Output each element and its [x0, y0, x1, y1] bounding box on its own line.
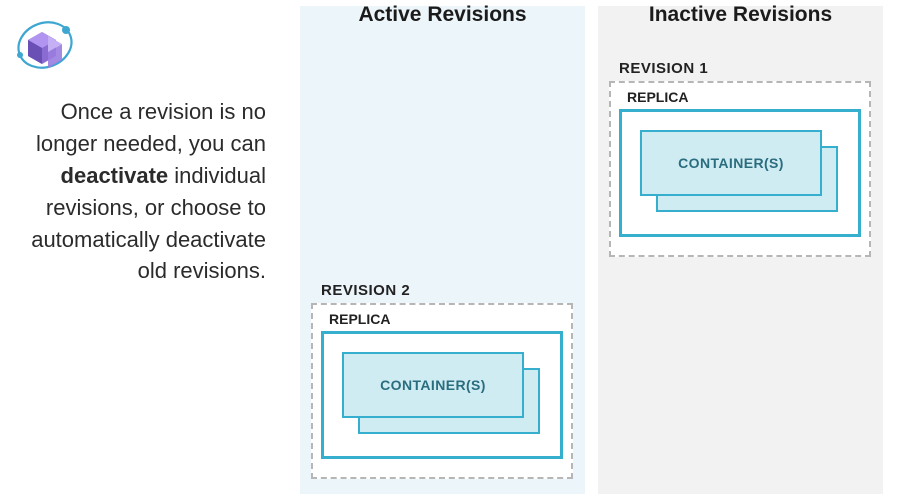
revision-2-box: REPLICA CONTAINER(S)	[311, 303, 573, 479]
left-column: Once a revision is no longer needed, you…	[0, 0, 290, 305]
container-label-inactive: CONTAINER(S)	[678, 155, 784, 171]
inactive-panel-title: Inactive Revisions	[598, 3, 883, 27]
replica-label-inactive: REPLICA	[627, 89, 861, 105]
replica-box-inactive: CONTAINER(S)	[619, 109, 861, 237]
desc-pre: Once a revision is no longer needed, you…	[36, 99, 266, 156]
desc-bold: deactivate	[61, 163, 169, 188]
inactive-revisions-panel: Inactive Revisions REVISION 1 REPLICA CO…	[598, 6, 883, 494]
container-apps-logo-icon	[10, 18, 82, 76]
replica-box-active: CONTAINER(S)	[321, 331, 563, 459]
description-text: Once a revision is no longer needed, you…	[10, 96, 266, 287]
revision-1-block: REVISION 1 REPLICA CONTAINER(S)	[609, 60, 871, 257]
active-panel-title: Active Revisions	[300, 3, 585, 27]
container-box-front-inactive: CONTAINER(S)	[640, 130, 822, 196]
replica-label-active: REPLICA	[329, 311, 563, 327]
container-box-front: CONTAINER(S)	[342, 352, 524, 418]
revision-2-block: REVISION 2 REPLICA CONTAINER(S)	[311, 282, 573, 479]
revision-1-label: REVISION 1	[619, 60, 871, 77]
revision-2-label: REVISION 2	[321, 282, 573, 299]
container-label-active: CONTAINER(S)	[380, 377, 486, 393]
active-revisions-panel: Active Revisions REVISION 2 REPLICA CONT…	[300, 6, 585, 494]
revision-1-box: REPLICA CONTAINER(S)	[609, 81, 871, 257]
